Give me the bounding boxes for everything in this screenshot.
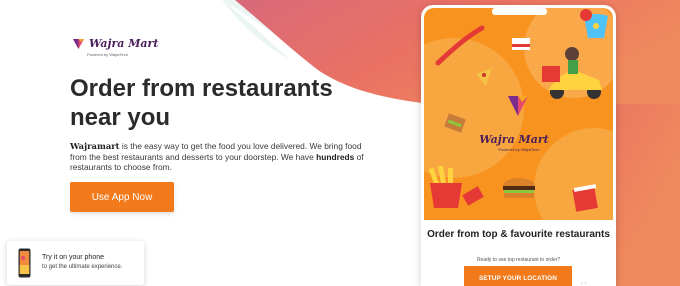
hero-description: Wajramart is the easy way to get the foo… — [70, 141, 370, 173]
coffee-icon — [572, 184, 598, 212]
burger-icon — [503, 178, 535, 198]
hero-headline: Order from restaurants near you — [70, 75, 333, 131]
description-bold: hundreds — [316, 151, 355, 162]
use-app-now-button[interactable]: Use App Now — [70, 182, 174, 212]
cake-icon — [512, 38, 530, 50]
brand-name: Wajra Mart — [89, 36, 159, 50]
try-card-subtitle: to get the ultimate experience. — [42, 264, 123, 270]
phone-mockup: Wajra Mart Powered by WajraTech Order fr… — [421, 5, 616, 286]
app-subtitle: Ready to see top restaurant to order? — [476, 257, 561, 263]
food-illustration: Wajra Mart Powered by WajraTech — [424, 8, 613, 220]
app-headline: Order from top & favourite restaurants — [427, 229, 610, 240]
next-arrow-icon[interactable]: ‹ › — [581, 281, 587, 286]
inline-brand-name: Wajramart — [70, 141, 120, 151]
try-card-title: Try it on your phone — [42, 254, 104, 261]
brand-tagline: Powered by WajraTech — [87, 52, 128, 57]
diamond-logo-icon — [73, 39, 84, 49]
setup-location-button[interactable]: SETUP YOUR LOCATION — [464, 266, 572, 286]
try-on-phone-card[interactable]: Try it on your phone to get the ultimate… — [7, 241, 144, 285]
phone-icon — [18, 248, 31, 278]
screen-brand-tagline: Powered by WajraTech — [499, 147, 540, 152]
screen-brand-name: Wajra Mart — [479, 133, 548, 146]
app-splash-screen: Wajra Mart Powered by WajraTech — [424, 8, 613, 220]
brand-logo[interactable]: Wajra Mart — [72, 37, 158, 50]
